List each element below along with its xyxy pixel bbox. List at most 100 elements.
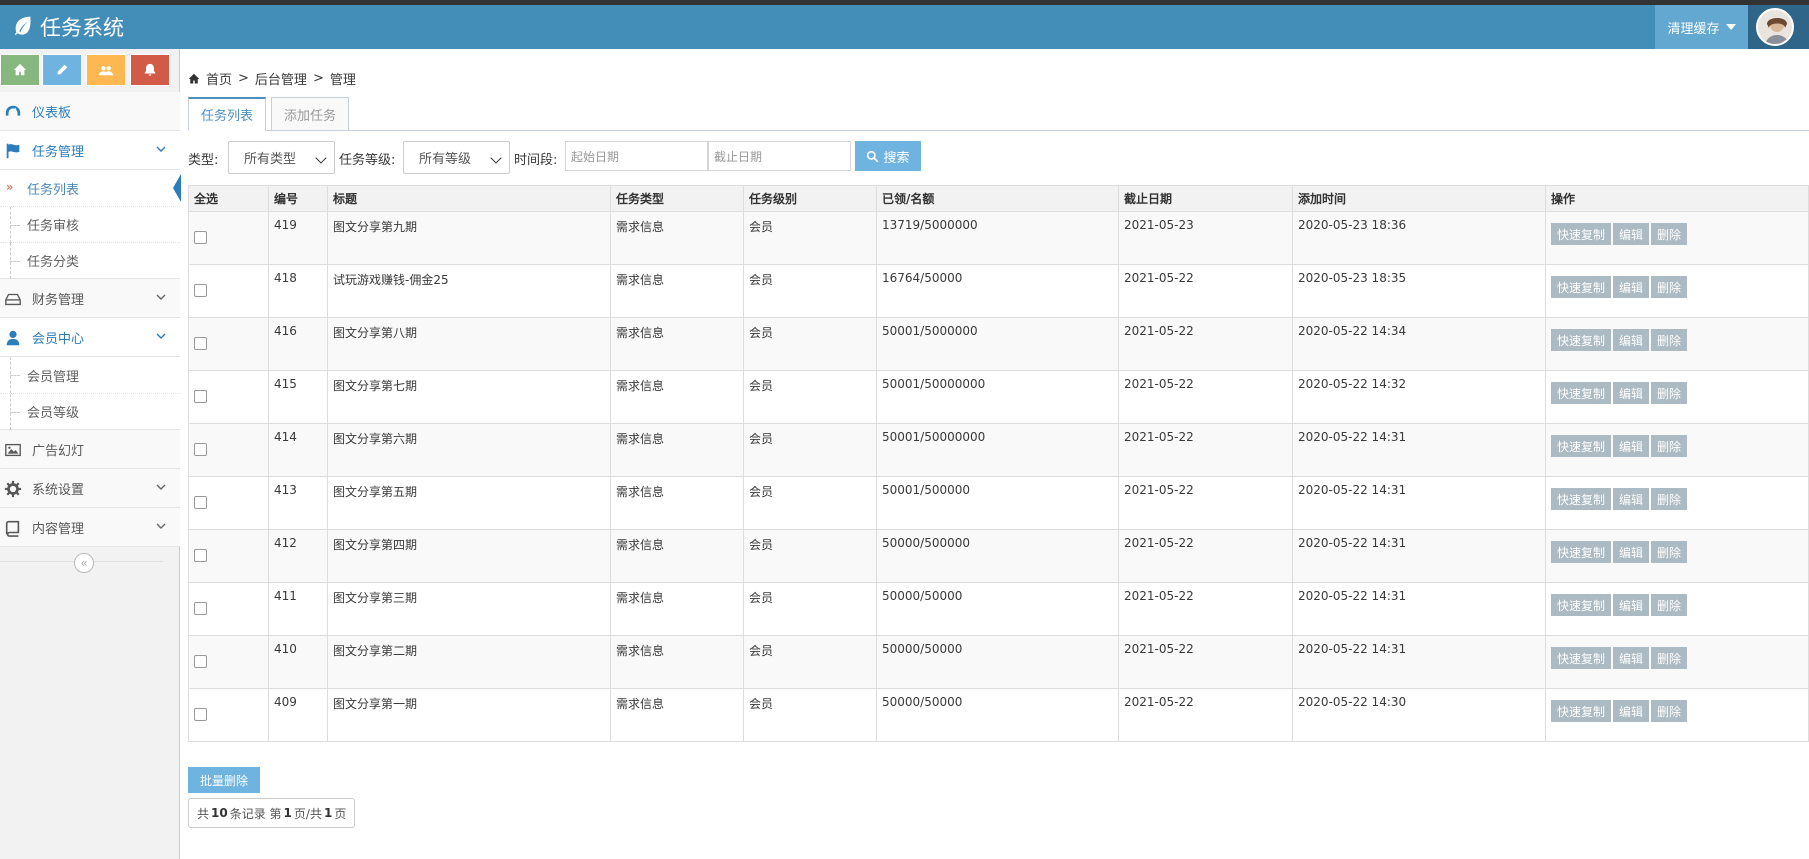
row-actions: 快速复制 编辑 删除	[1551, 647, 1808, 669]
delete-button[interactable]: 删除	[1651, 329, 1688, 351]
edit-button[interactable]: 编辑	[1613, 594, 1650, 616]
quick-copy-button[interactable]: 快速复制	[1551, 700, 1612, 722]
sidebar-item-member-center[interactable]: 会员中心	[0, 318, 180, 357]
chevron-down-icon	[156, 484, 166, 490]
row-checkbox[interactable]	[194, 549, 207, 562]
tab-task-list[interactable]: 任务列表	[188, 97, 267, 131]
sidebar-item-dashboard[interactable]: 仪表板	[0, 92, 180, 131]
sidebar-item-task-management[interactable]: 任务管理	[0, 131, 180, 170]
shortcut-users-button[interactable]	[86, 54, 126, 86]
delete-button[interactable]: 删除	[1651, 382, 1688, 404]
shortcut-notifications-button[interactable]	[130, 54, 170, 86]
end-date-input[interactable]: 截止日期	[708, 141, 851, 171]
task-type-cell: 需求信息	[610, 423, 744, 477]
quick-copy-button[interactable]: 快速复制	[1551, 435, 1612, 457]
sidebar-item-ads[interactable]: 广告幻灯	[0, 430, 180, 469]
row-checkbox[interactable]	[194, 337, 207, 350]
pencil-icon	[57, 64, 68, 75]
task-level-cell: 会员	[743, 317, 877, 371]
breadcrumb-current: 管理	[329, 73, 356, 88]
quick-copy-button[interactable]: 快速复制	[1551, 594, 1612, 616]
quick-copy-button[interactable]: 快速复制	[1551, 647, 1612, 669]
task-type-cell: 需求信息	[610, 582, 744, 636]
table-row: 415 图文分享第七期 需求信息 会员 50001/50000000 2021-05-22…	[188, 370, 1809, 424]
edit-button[interactable]: 编辑	[1613, 329, 1650, 351]
quick-copy-button[interactable]: 快速复制	[1551, 276, 1612, 298]
sidebar-item-settings[interactable]: 系统设置	[0, 469, 180, 508]
sidebar-item-task-list[interactable]: » 任务列表	[0, 170, 181, 206]
top-navbar: 任务系统 清理缓存	[0, 5, 1809, 49]
task-created-at-cell: 2020-05-23 18:35	[1292, 264, 1546, 318]
start-date-input[interactable]: 起始日期	[565, 141, 708, 171]
sidebar-menu: 仪表板 任务管理 » 任务列表 任务审核 任务分类 财务管理 会员中心 会员管理…	[0, 92, 181, 577]
search-button[interactable]: 搜索	[855, 141, 921, 171]
sidebar-item-task-review[interactable]: 任务审核	[0, 206, 180, 243]
quick-copy-button[interactable]: 快速复制	[1551, 488, 1612, 510]
shortcut-edit-button[interactable]	[42, 54, 82, 86]
row-actions: 快速复制 编辑 删除	[1551, 541, 1808, 563]
row-actions-cell: 快速复制 编辑 删除	[1545, 582, 1809, 636]
table-body: 419 图文分享第九期 需求信息 会员 13719/5000000 2021-05-23 2…	[188, 211, 1809, 742]
pager-pages: 1	[323, 806, 333, 820]
row-checkbox[interactable]	[194, 284, 207, 297]
quick-copy-button[interactable]: 快速复制	[1551, 382, 1612, 404]
tree-branch	[10, 412, 20, 413]
edit-button[interactable]: 编辑	[1613, 488, 1650, 510]
bulk-delete-button[interactable]: 批量删除	[188, 767, 260, 793]
flag-icon	[6, 143, 20, 159]
row-checkbox[interactable]	[194, 602, 207, 615]
task-deadline-cell: 2021-05-22	[1118, 582, 1293, 636]
delete-button[interactable]: 删除	[1651, 435, 1688, 457]
app-brand[interactable]: 任务系统	[12, 12, 124, 42]
edit-button[interactable]: 编辑	[1613, 276, 1650, 298]
quick-copy-button[interactable]: 快速复制	[1551, 541, 1612, 563]
type-select[interactable]: 所有类型	[228, 141, 335, 174]
sidebar-item-content[interactable]: 内容管理	[0, 508, 180, 547]
row-checkbox[interactable]	[194, 708, 207, 721]
level-select-value: 所有等级	[419, 152, 472, 167]
row-actions-cell: 快速复制 编辑 删除	[1545, 264, 1809, 318]
sidebar-shortcuts	[0, 54, 180, 90]
select-all-header[interactable]: 全选	[188, 185, 269, 212]
row-checkbox[interactable]	[194, 655, 207, 668]
delete-button[interactable]: 删除	[1651, 488, 1688, 510]
edit-button[interactable]: 编辑	[1613, 700, 1650, 722]
row-select-cell	[188, 476, 269, 530]
chevron-down-icon	[156, 333, 166, 339]
row-checkbox[interactable]	[194, 390, 207, 403]
task-title-cell: 图文分享第二期	[327, 635, 611, 689]
delete-button[interactable]: 删除	[1651, 223, 1688, 245]
edit-button[interactable]: 编辑	[1613, 435, 1650, 457]
edit-button[interactable]: 编辑	[1613, 223, 1650, 245]
search-icon	[867, 150, 879, 162]
clear-cache-dropdown[interactable]: 清理缓存	[1655, 5, 1748, 49]
quick-copy-button[interactable]: 快速复制	[1551, 223, 1612, 245]
delete-button[interactable]: 删除	[1651, 647, 1688, 669]
active-pointer	[173, 174, 181, 202]
edit-button[interactable]: 编辑	[1613, 382, 1650, 404]
user-menu[interactable]	[1748, 5, 1809, 49]
row-checkbox[interactable]	[194, 443, 207, 456]
edit-button[interactable]: 编辑	[1613, 647, 1650, 669]
row-checkbox[interactable]	[194, 496, 207, 509]
sidebar-item-finance[interactable]: 财务管理	[0, 279, 180, 318]
task-quota-cell: 50000/500000	[876, 529, 1119, 583]
row-checkbox[interactable]	[194, 231, 207, 244]
sidebar-item-member-management[interactable]: 会员管理	[0, 357, 180, 393]
task-type-cell: 需求信息	[610, 264, 744, 318]
edit-button[interactable]: 编辑	[1613, 541, 1650, 563]
task-deadline-cell: 2021-05-22	[1118, 529, 1293, 583]
quick-copy-button[interactable]: 快速复制	[1551, 329, 1612, 351]
sidebar-item-task-category[interactable]: 任务分类	[0, 242, 180, 279]
sidebar-item-member-level[interactable]: 会员等级	[0, 393, 180, 430]
level-select[interactable]: 所有等级	[403, 141, 510, 174]
breadcrumb-home[interactable]: 首页	[206, 69, 232, 88]
tab-add-task[interactable]: 添加任务	[271, 97, 350, 131]
sidebar-collapse-button[interactable]: «	[74, 553, 94, 573]
breadcrumb-admin[interactable]: 后台管理	[255, 69, 307, 88]
delete-button[interactable]: 删除	[1651, 594, 1688, 616]
delete-button[interactable]: 删除	[1651, 541, 1688, 563]
shortcut-home-button[interactable]	[0, 54, 40, 86]
delete-button[interactable]: 删除	[1651, 700, 1688, 722]
delete-button[interactable]: 删除	[1651, 276, 1688, 298]
